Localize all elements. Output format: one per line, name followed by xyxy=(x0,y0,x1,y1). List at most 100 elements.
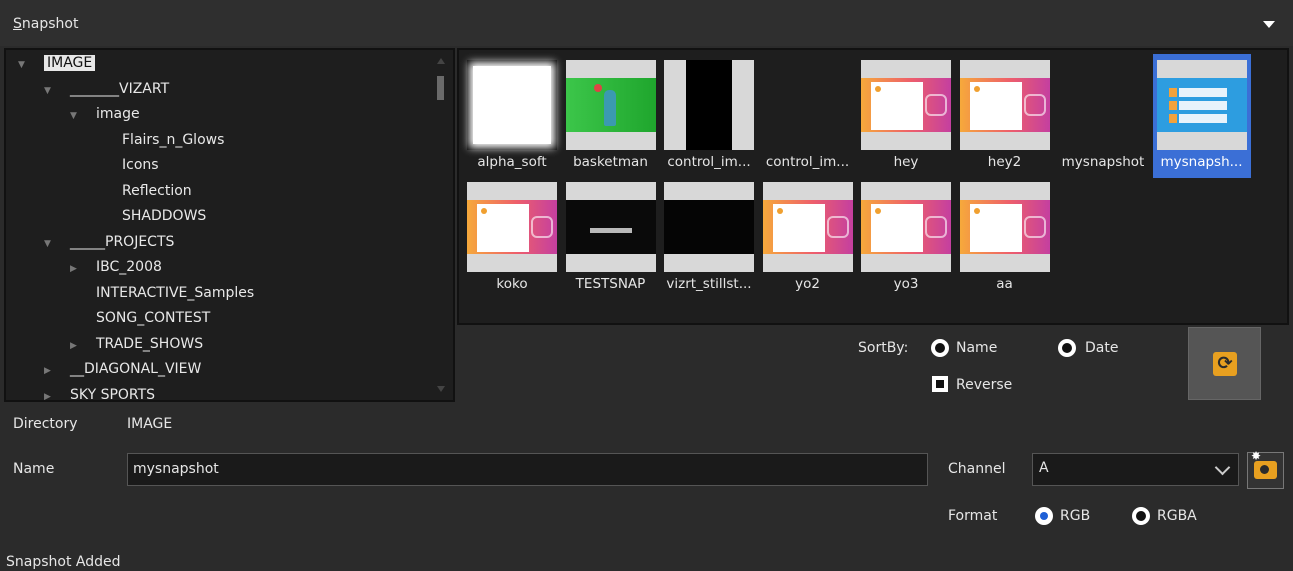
thumbnail-item[interactable]: control_im... xyxy=(660,54,758,178)
thumbnail-item[interactable]: yo2 xyxy=(759,176,857,300)
thumbnail-grid[interactable]: alpha_soft basketman control_im... control_… xyxy=(457,48,1289,325)
expand-right-icon[interactable]: ▶ xyxy=(44,386,54,401)
tree-item-label: INTERACTIVE_Samples xyxy=(96,284,255,301)
name-label: Name xyxy=(13,461,55,477)
scroll-up-icon[interactable] xyxy=(437,58,445,64)
tree-item[interactable]: ▼ _______VIZART xyxy=(44,78,169,100)
thumbnail-item[interactable]: mysnapsh... xyxy=(1152,54,1251,178)
tree-item[interactable]: INTERACTIVE_Samples xyxy=(70,282,254,304)
reverse-checkbox[interactable] xyxy=(932,376,948,392)
tree-item[interactable]: ▶ __DIAGONAL_VIEW xyxy=(44,358,201,380)
sort-name-label[interactable]: Name xyxy=(956,340,997,356)
expand-down-icon[interactable]: ▼ xyxy=(70,105,80,127)
sortby-label: SortBy: xyxy=(858,340,909,356)
thumbnail-image xyxy=(959,182,1050,272)
scroll-down-icon[interactable] xyxy=(437,386,445,392)
tree-item[interactable]: SONG_CONTEST xyxy=(70,307,210,329)
collapse-icon[interactable] xyxy=(1263,21,1275,28)
refresh-button[interactable]: ⟳ xyxy=(1188,327,1261,400)
panel-title: Snapshot xyxy=(13,16,78,32)
tree-item[interactable]: ▼ _____PROJECTS xyxy=(44,231,174,253)
scroll-thumb[interactable] xyxy=(437,76,444,100)
refresh-icon: ⟳ xyxy=(1213,352,1237,376)
expand-right-icon[interactable]: ▶ xyxy=(70,335,80,357)
thumbnail-caption: control_im... xyxy=(765,154,850,170)
thumbnail-image xyxy=(565,60,656,150)
thumbnail-image xyxy=(565,182,656,272)
thumbnail-caption: mysnapsh... xyxy=(1160,154,1243,170)
tree-item[interactable]: ▼ IMAGE xyxy=(18,52,96,76)
tree-item-label: IMAGE xyxy=(44,55,96,71)
tree-item-label: _____PROJECTS xyxy=(70,233,175,250)
thumbnail-caption: basketman xyxy=(573,154,648,170)
thumbnail-item[interactable]: alpha_soft xyxy=(463,54,561,178)
panel-header: Snapshot xyxy=(0,0,1293,46)
thumbnail-item[interactable]: control_im... xyxy=(759,54,857,178)
format-rgb-label[interactable]: RGB xyxy=(1060,508,1090,524)
tree-scrollbar[interactable] xyxy=(431,50,453,400)
thumbnail-caption: yo2 xyxy=(795,276,820,292)
expand-right-icon[interactable]: ▶ xyxy=(70,258,80,280)
camera-flash-icon xyxy=(1251,449,1277,479)
tree-item[interactable]: ▶ IBC_2008 xyxy=(70,256,162,278)
sort-date-radio[interactable] xyxy=(1058,339,1076,357)
tree-item[interactable]: SHADDOWS xyxy=(96,205,206,227)
thumbnail-item[interactable]: basketman xyxy=(562,54,660,178)
format-rgba-radio[interactable] xyxy=(1132,507,1150,525)
thumbnail-item[interactable]: mysnapshot xyxy=(1054,54,1152,178)
thumbnail-caption: hey2 xyxy=(987,154,1022,170)
tree-item-label: IBC_2008 xyxy=(96,259,162,275)
thumbnail-image xyxy=(467,182,557,272)
format-rgba-label[interactable]: RGBA xyxy=(1157,508,1197,524)
tree-item-label: Flairs_n_Glows xyxy=(122,131,225,148)
directory-tree[interactable]: ▼ IMAGE ▼ _______VIZART ▼ image Flairs_n_Glows… xyxy=(4,48,455,402)
thumbnail-image xyxy=(664,182,754,272)
title-mnemonic: S xyxy=(13,16,22,32)
expand-down-icon[interactable]: ▼ xyxy=(18,54,28,76)
title-text: napshot xyxy=(21,16,79,32)
tree-item[interactable]: Icons xyxy=(96,154,159,176)
tree-item[interactable]: Flairs_n_Glows xyxy=(96,129,224,151)
thumbnail-caption: koko xyxy=(496,276,528,292)
thumbnail-caption: aa xyxy=(996,276,1013,292)
tree-item-label: _______VIZART xyxy=(70,80,170,97)
tree-item[interactable]: ▼ image xyxy=(70,103,140,125)
thumbnail-item[interactable]: hey xyxy=(857,54,955,178)
expand-down-icon[interactable]: ▼ xyxy=(44,233,54,255)
thumbnail-image xyxy=(467,60,557,150)
directory-value: IMAGE xyxy=(127,416,173,432)
take-snapshot-button[interactable] xyxy=(1247,449,1284,489)
tree-item[interactable]: ▶ TRADE_SHOWS xyxy=(70,333,203,355)
channel-select[interactable]: A xyxy=(1032,453,1239,486)
name-input[interactable]: mysnapshot xyxy=(127,453,928,486)
reverse-label[interactable]: Reverse xyxy=(956,377,1012,393)
thumbnail-item[interactable]: TESTSNAP xyxy=(562,176,660,300)
channel-value: A xyxy=(1039,460,1049,476)
thumbnail-item[interactable]: koko xyxy=(463,176,561,300)
sort-name-radio[interactable] xyxy=(931,339,949,357)
expand-down-icon[interactable]: ▼ xyxy=(44,80,54,102)
thumbnail-caption: hey xyxy=(893,154,919,170)
tree-item-label: image xyxy=(96,106,140,122)
status-text: Snapshot Added xyxy=(6,554,121,570)
tree-item-label: Reflection xyxy=(122,182,192,199)
thumbnail-caption: TESTSNAP xyxy=(575,276,646,292)
thumbnail-item[interactable]: yo3 xyxy=(857,176,955,300)
tree-item[interactable]: ▶ SKY SPORTS xyxy=(44,384,155,401)
directory-label: Directory xyxy=(13,416,78,432)
thumbnail-image xyxy=(959,60,1050,150)
tree-item-label: __DIAGONAL_VIEW xyxy=(70,361,202,377)
thumbnail-image xyxy=(762,182,853,272)
thumbnail-image xyxy=(861,60,951,150)
tree-item-label: TRADE_SHOWS xyxy=(96,335,204,352)
expand-right-icon[interactable]: ▶ xyxy=(44,360,54,382)
thumbnail-item[interactable]: aa xyxy=(956,176,1054,300)
sort-date-label[interactable]: Date xyxy=(1085,340,1118,356)
thumbnail-image xyxy=(664,60,754,150)
tree-item-label: Icons xyxy=(122,157,159,173)
format-rgb-radio[interactable] xyxy=(1035,507,1053,525)
thumbnail-caption: vizrt_stillst... xyxy=(666,276,752,292)
tree-item[interactable]: Reflection xyxy=(96,180,192,202)
thumbnail-item[interactable]: hey2 xyxy=(956,54,1054,178)
thumbnail-item[interactable]: vizrt_stillst... xyxy=(660,176,758,300)
